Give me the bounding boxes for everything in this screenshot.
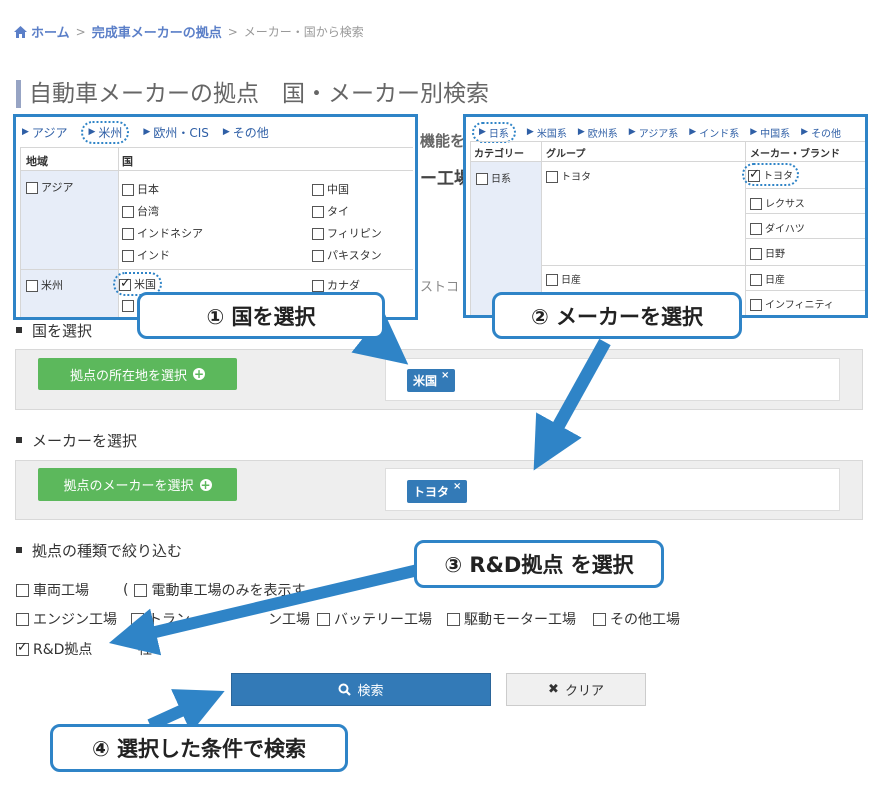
- callout-step4: ④ 選択した条件で検索: [50, 724, 348, 772]
- arrow-step4: [147, 689, 225, 733]
- callout-step1: ① 国を選択: [137, 292, 385, 339]
- arrow-step2: [533, 338, 611, 471]
- arrow-step3: [108, 564, 420, 656]
- callout-step3: ③ R&D拠点 を選択: [414, 540, 664, 588]
- annotation-arrows: [108, 311, 611, 733]
- callout-step2: ② メーカーを選択: [492, 292, 742, 339]
